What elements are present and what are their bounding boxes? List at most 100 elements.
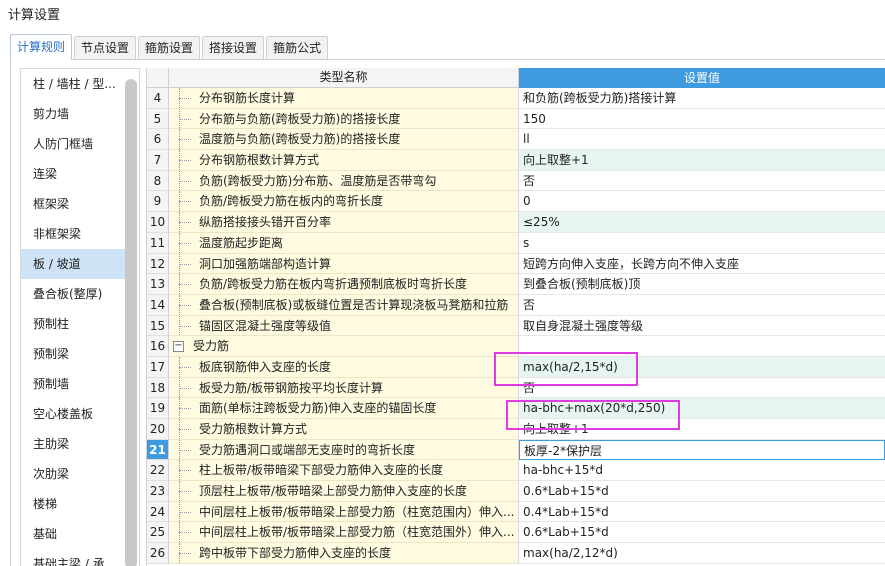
collapse-icon[interactable]: − bbox=[173, 341, 184, 353]
table-row[interactable]: 17 板底钢筋伸入支座的长度 max(ha/2,15*d) bbox=[147, 356, 885, 378]
sidebar-item[interactable]: 预制柱 bbox=[21, 309, 125, 339]
setting-value-cell[interactable]: 向上取整+1 bbox=[519, 150, 885, 171]
setting-value-cell[interactable]: s bbox=[519, 232, 885, 254]
table-row[interactable]: 21 受力筋遇洞口或端部无支座时的弯折长度 板厚-2*保护层 bbox=[147, 439, 885, 461]
table-row[interactable]: 15 锚固区混凝土强度等级值 取自身混凝土强度等级 bbox=[147, 315, 885, 337]
setting-name-cell: 负筋/跨板受力筋在板内弯折遇预制底板时弯折长度 bbox=[169, 274, 519, 295]
setting-value-cell[interactable]: 短跨方向伸入支座，长跨方向不伸入支座 bbox=[519, 253, 885, 275]
table-row[interactable]: 13 负筋/跨板受力筋在板内弯折遇预制底板时弯折长度 到叠合板(预制底板)顶 bbox=[147, 274, 885, 295]
sidebar-scrollbar[interactable] bbox=[125, 79, 137, 566]
setting-name-label: 受力筋遇洞口或端部无支座时的弯折长度 bbox=[199, 442, 416, 457]
table-row[interactable]: 14 叠合板(预制底板)或板缝位置是否计算现浇板马凳筋和拉筋否 bbox=[147, 294, 885, 316]
setting-value-cell[interactable]: max(ha/2,12*d) bbox=[519, 543, 885, 564]
sidebar-item[interactable]: 预制梁 bbox=[21, 339, 125, 369]
tab-lap-settings[interactable]: 搭接设置 bbox=[202, 36, 265, 60]
tree-branch-icon bbox=[179, 263, 191, 265]
setting-value-cell[interactable]: ll bbox=[519, 129, 885, 151]
tab-stirrup-formula[interactable]: 箍筋公式 bbox=[266, 36, 329, 60]
table-row[interactable]: 5 分布筋与负筋(跨板受力筋)的搭接长度 150 bbox=[147, 108, 885, 130]
table-row[interactable]: 23 顶层柱上板带/板带暗梁上部受力筋伸入支座的长度 0.6*Lab+15*d bbox=[147, 481, 885, 502]
setting-name-cell: 中间层柱上板带/板带暗梁上部受力筋（柱宽范围外）伸入... bbox=[169, 522, 519, 544]
setting-value-cell[interactable]: 否 bbox=[519, 377, 885, 399]
sidebar-item[interactable]: 叠合板(整厚) bbox=[21, 279, 125, 309]
row-number: 5 bbox=[147, 108, 169, 130]
sidebar-item[interactable]: 框架梁 bbox=[21, 189, 125, 219]
row-number: 11 bbox=[147, 232, 169, 254]
table-row[interactable]: 7 分布钢筋根数计算方式 向上取整+1 bbox=[147, 150, 885, 171]
setting-value-cell[interactable]: 0.4*Lab+15*d bbox=[519, 501, 885, 523]
setting-name-label: 纵筋搭接接头错开百分率 bbox=[199, 215, 332, 230]
setting-value-cell[interactable]: 向上取整+1 bbox=[519, 419, 885, 440]
table-row[interactable]: 12 洞口加强筋端部构造计算 短跨方向伸入支座，长跨方向不伸入支座 bbox=[147, 253, 885, 275]
sidebar-item[interactable]: 次肋梁 bbox=[21, 459, 125, 489]
sidebar-item[interactable]: 主肋梁 bbox=[21, 429, 125, 459]
column-header-name[interactable]: 类型名称 bbox=[169, 68, 519, 88]
sidebar-item[interactable]: 空心楼盖板 bbox=[21, 399, 125, 429]
sidebar-item[interactable]: 剪力墙 bbox=[21, 99, 125, 129]
tab-node-settings[interactable]: 节点设置 bbox=[74, 36, 137, 60]
setting-value-cell[interactable]: 150 bbox=[519, 108, 885, 130]
table-row[interactable]: 4 分布钢筋长度计算 和负筋(跨板受力筋)搭接计算 bbox=[147, 88, 885, 109]
setting-value-cell[interactable]: max(ha/2,15*d) bbox=[519, 356, 885, 378]
table-row[interactable]: 8 负筋(跨板受力筋)分布筋、温度筋是否带弯勾 否 bbox=[147, 170, 885, 192]
table-row[interactable]: 6 温度筋与负筋(跨板受力筋)的搭接长度 ll bbox=[147, 129, 885, 151]
sidebar-item[interactable]: 预制墙 bbox=[21, 369, 125, 399]
column-header-value[interactable]: 设置值 bbox=[519, 68, 885, 88]
sidebar-item[interactable]: 柱 / 墙柱 / 型... bbox=[21, 69, 125, 99]
setting-value-cell[interactable]: ha-bhc+max(20*d,250) bbox=[519, 398, 885, 419]
table-row[interactable]: 11 温度筋起步距离 s bbox=[147, 232, 885, 254]
setting-value-cell[interactable] bbox=[519, 336, 885, 357]
sidebar-item[interactable]: 基础主梁 / 承... bbox=[21, 549, 125, 566]
setting-name-cell: 纵筋搭接接头错开百分率 bbox=[169, 212, 519, 233]
row-number: 15 bbox=[147, 315, 169, 337]
sidebar-item[interactable]: 非框架梁 bbox=[21, 219, 125, 249]
setting-value-cell[interactable]: 到叠合板(预制底板)顶 bbox=[519, 274, 885, 295]
sidebar-item[interactable]: 人防门框墙 bbox=[21, 129, 125, 159]
table-row[interactable]: 24 中间层柱上板带/板带暗梁上部受力筋（柱宽范围内）伸入... 0.4*Lab+1… bbox=[147, 501, 885, 523]
component-sidebar: 柱 / 墙柱 / 型... 剪力墙 人防门框墙 连梁 框架梁 非框架梁板 / 坡道 叠合板(… bbox=[20, 68, 140, 566]
table-row[interactable]: 9 负筋/跨板受力筋在板内的弯折长度 0 bbox=[147, 191, 885, 213]
tree-branch-icon bbox=[179, 160, 191, 162]
setting-name-label: 柱上板带/板带暗梁下部受力筋伸入支座的长度 bbox=[199, 463, 444, 478]
setting-value-cell[interactable]: 0 bbox=[519, 191, 885, 213]
table-row[interactable]: 19 面筋(单标注跨板受力筋)伸入支座的锚固长度 ha-bhc+max(20*d,2… bbox=[147, 398, 885, 419]
tab-stirrup-settings[interactable]: 箍筋设置 bbox=[138, 36, 201, 60]
window-title: 计算设置 bbox=[8, 8, 61, 23]
table-row[interactable]: 26 跨中板带下部受力筋伸入支座的长度 max(ha/2,12*d) bbox=[147, 543, 885, 564]
setting-name-cell: 负筋(跨板受力筋)分布筋、温度筋是否带弯勾 bbox=[169, 170, 519, 192]
tree-branch-icon bbox=[179, 98, 191, 99]
setting-value-cell[interactable]: ≤25% bbox=[519, 212, 885, 233]
setting-name-cell: 顶层柱上板带/板带暗梁上部受力筋伸入支座的长度 bbox=[169, 481, 519, 502]
setting-name-label: 跨中板带下部受力筋伸入支座的长度 bbox=[199, 546, 392, 561]
sidebar-item[interactable]: 连梁 bbox=[21, 159, 125, 189]
setting-name-label: 面筋(单标注跨板受力筋)伸入支座的锚固长度 bbox=[199, 401, 437, 416]
table-row[interactable]: 18 板受力筋/板带钢筋按平均长度计算 否 bbox=[147, 377, 885, 399]
setting-name-cell: 温度筋起步距离 bbox=[169, 232, 519, 254]
setting-value-cell[interactable]: 取自身混凝土强度等级 bbox=[519, 315, 885, 337]
table-row[interactable]: 22 柱上板带/板带暗梁下部受力筋伸入支座的长度 ha-bhc+15*d bbox=[147, 460, 885, 482]
tab-calc-rules[interactable]: 计算规则 bbox=[10, 34, 73, 60]
setting-value-cell[interactable]: ha-bhc+15*d bbox=[519, 460, 885, 482]
setting-name-label: 负筋/跨板受力筋在板内的弯折长度 bbox=[199, 194, 384, 209]
sidebar-item[interactable]: 板 / 坡道 bbox=[21, 249, 125, 279]
sidebar-item[interactable]: 楼梯 bbox=[21, 489, 125, 519]
tree-branch-icon bbox=[179, 408, 191, 410]
setting-value-editor[interactable]: 板厚-2*保护层 bbox=[519, 439, 885, 461]
sidebar-item[interactable]: 基础 bbox=[21, 519, 125, 549]
setting-name-label: 负筋(跨板受力筋)分布筋、温度筋是否带弯勾 bbox=[199, 173, 437, 188]
setting-value-cell[interactable]: 0.6*Lab+15*d bbox=[519, 481, 885, 502]
setting-value-cell[interactable]: 否 bbox=[519, 170, 885, 192]
setting-value-cell[interactable]: 0.6*Lab+15*d bbox=[519, 522, 885, 544]
table-row[interactable]: 20 受力筋根数计算方式 向上取整+1 bbox=[147, 419, 885, 440]
table-row[interactable]: 10 纵筋搭接接头错开百分率 ≤25% bbox=[147, 212, 885, 233]
table-row[interactable]: 25 中间层柱上板带/板带暗梁上部受力筋（柱宽范围外）伸入... 0.6*Lab+1… bbox=[147, 522, 885, 544]
setting-value-cell[interactable]: 否 bbox=[519, 294, 885, 316]
setting-name-label: 分布筋与负筋(跨板受力筋)的搭接长度 bbox=[199, 111, 401, 126]
tree-branch-icon bbox=[179, 325, 191, 327]
setting-name-cell: 温度筋与负筋(跨板受力筋)的搭接长度 bbox=[169, 129, 519, 151]
table-row[interactable]: 16− 受力筋 bbox=[147, 336, 885, 357]
tab-bar: 计算规则 节点设置 箍筋设置 搭接设置 箍筋公式 bbox=[10, 34, 330, 60]
setting-value-cell[interactable]: 和负筋(跨板受力筋)搭接计算 bbox=[519, 88, 885, 109]
row-number: 12 bbox=[147, 253, 169, 275]
setting-name-cell: 板底钢筋伸入支座的长度 bbox=[169, 356, 519, 378]
